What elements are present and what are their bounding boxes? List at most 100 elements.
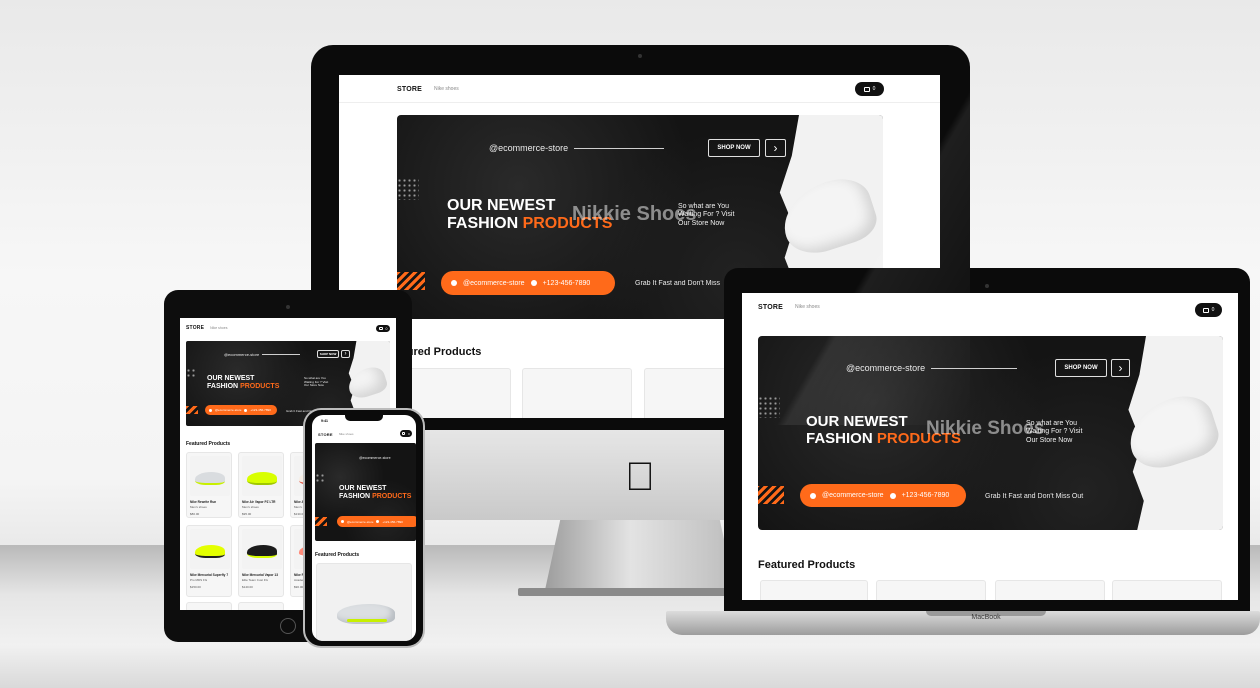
- featured-title: Featured Products: [758, 559, 856, 571]
- hero-banner: @ecommerce-store SHOP NOW › OUR NEWEST F…: [758, 336, 1223, 530]
- product-name: Nike Mercurial Vapor 13: [242, 573, 278, 577]
- tablet-camera: [286, 305, 290, 309]
- nav-bar: STORE Nike shoes: [180, 318, 396, 338]
- store-logo[interactable]: STORE: [318, 432, 333, 437]
- product-card[interactable]: [760, 580, 868, 600]
- globe-icon: [451, 280, 457, 286]
- globe-icon: [341, 520, 344, 523]
- store-logo[interactable]: STORE: [397, 86, 422, 93]
- product-shoe-sole: [347, 619, 387, 622]
- store-logo[interactable]: STORE: [758, 304, 783, 311]
- shop-now-button[interactable]: SHOP NOW: [317, 350, 339, 358]
- phone-screen: 9:41 STORE Nike shoes 0 @ecommerce-store…: [312, 415, 416, 641]
- product-sub: Elite Team Cust FG: [242, 578, 268, 582]
- product-card[interactable]: [316, 563, 412, 641]
- product-card[interactable]: Nike Rewrite Run Men's shoes $80.00: [186, 452, 232, 518]
- hero-handle: @ecommerce-store: [846, 363, 1018, 373]
- product-shoe: [247, 545, 277, 558]
- product-card[interactable]: Nike Air Vapor PZ LTR Men's shoes $95.00: [238, 452, 284, 518]
- featured-title: Featured Products: [186, 441, 231, 447]
- product-card[interactable]: [1112, 580, 1222, 600]
- tablet-home-button[interactable]: [280, 618, 296, 634]
- hero-tagline: Grab It Fast and Don't Miss Out: [635, 280, 721, 287]
- hazard-stripe: [397, 272, 425, 290]
- dot-grid-decoration: [758, 396, 780, 418]
- product-price: $150.00: [190, 585, 201, 589]
- product-name: Nike Rewrite Run: [190, 500, 217, 504]
- hero-subtext: So what are You Waiting For ? Visit Our …: [304, 376, 329, 388]
- product-card[interactable]: [238, 602, 284, 610]
- status-time: 9:41: [321, 419, 329, 423]
- cart-button[interactable]: 0: [855, 82, 884, 96]
- phone-notch: [345, 414, 383, 421]
- handle-line: [574, 147, 665, 149]
- next-arrow-button[interactable]: ›: [765, 139, 786, 157]
- featured-title: Featured Products: [315, 552, 360, 558]
- product-name: Nike Mercurial Superfly 7: [190, 573, 229, 577]
- shop-now-button[interactable]: SHOP NOW: [708, 139, 760, 157]
- product-card[interactable]: Nike Mercurial Vapor 13 Elite Team Cust …: [238, 525, 284, 597]
- cart-icon: [402, 432, 406, 435]
- phone-icon: [376, 520, 380, 523]
- cart-button[interactable]: 0: [1195, 303, 1222, 317]
- hero-tagline: Grab It Fast and Don't Miss Out: [985, 493, 1084, 500]
- contact-pill[interactable]: @ecommerce-store +123-456-7890: [441, 271, 615, 295]
- hero-headline: OUR NEWEST FASHION PRODUCTS: [207, 375, 280, 390]
- cart-count: 0: [1211, 307, 1215, 313]
- globe-icon: [209, 408, 212, 412]
- cart-count: 0: [872, 86, 876, 92]
- phone-icon: [244, 408, 248, 412]
- hero-subtext: So what are You Waiting For ? Visit Our …: [678, 203, 735, 227]
- globe-icon: [810, 492, 816, 499]
- product-card[interactable]: [876, 580, 986, 600]
- imac-camera: [638, 54, 642, 58]
- handle-line: [262, 354, 301, 355]
- product-card[interactable]: Nike Mercurial Superfly 7 Pro MDS FG $15…: [186, 525, 232, 597]
- contact-pill[interactable]: @ecommerce-store +123-456-7890: [205, 405, 277, 415]
- nav-link-nike[interactable]: Nike shoes: [795, 304, 820, 310]
- hazard-stripe: [186, 406, 198, 414]
- shop-now-button[interactable]: SHOP NOW: [1055, 359, 1107, 377]
- hazard-stripe: [315, 517, 327, 526]
- product-name: Nike Air Vapor PZ LTR: [242, 500, 276, 504]
- handle-line: [931, 367, 1018, 369]
- contact-pill[interactable]: @ecommerce-store +123-456-7890: [800, 484, 966, 507]
- nav-bar: STORE Nike shoes: [742, 293, 1238, 321]
- product-sub: Men's shoes: [242, 505, 259, 509]
- nav-link-nike[interactable]: Nike shoes: [339, 432, 354, 436]
- product-price: $95.00: [242, 512, 252, 516]
- nav-divider: [339, 102, 940, 103]
- laptop-camera: [985, 284, 989, 288]
- nav-link-nike[interactable]: Nike shoes: [434, 86, 459, 92]
- imac-stand: [545, 520, 735, 590]
- hero-handle: @ecommerce-store: [359, 456, 391, 460]
- product-sub: Pro MDS FG: [190, 578, 208, 582]
- nav-bar: STORE Nike shoes: [339, 75, 940, 103]
- product-card[interactable]: [401, 368, 511, 418]
- hero-subtext: So what are You Waiting For ? Visit Our …: [1026, 420, 1083, 444]
- cart-icon: [863, 86, 870, 92]
- hazard-stripe: [758, 486, 784, 504]
- next-arrow-button[interactable]: ›: [1111, 359, 1130, 377]
- contact-pill[interactable]: @ecommerce-store +123-456-7890: [337, 516, 416, 527]
- product-price: $140.00: [242, 585, 253, 589]
- store-logo[interactable]: STORE: [186, 325, 204, 331]
- hero-headline: OUR NEWEST FASHION PRODUCTS: [339, 485, 412, 500]
- nav-link-nike[interactable]: Nike shoes: [210, 326, 227, 330]
- cart-button[interactable]: 0: [376, 325, 390, 332]
- product-card[interactable]: [522, 368, 632, 418]
- cart-button[interactable]: 0: [400, 430, 412, 437]
- product-sub: Men's shoes: [190, 505, 207, 509]
- hero-handle: @ecommerce-store: [489, 143, 665, 153]
- cart-count: 0: [385, 326, 388, 331]
- laptop-label: MacBook: [971, 614, 1001, 621]
- product-card[interactable]: [186, 602, 232, 610]
- next-arrow-button[interactable]: ›: [341, 350, 350, 358]
- product-price: $130.00: [294, 512, 305, 516]
- product-price: $90.00: [294, 585, 304, 589]
- product-card[interactable]: [995, 580, 1105, 600]
- dot-grid-decoration: [315, 473, 324, 482]
- hero-banner: @ecommerce-store OUR NEWEST FASHION PROD…: [315, 443, 416, 541]
- phone-icon: [530, 280, 537, 286]
- cart-icon: [378, 327, 383, 330]
